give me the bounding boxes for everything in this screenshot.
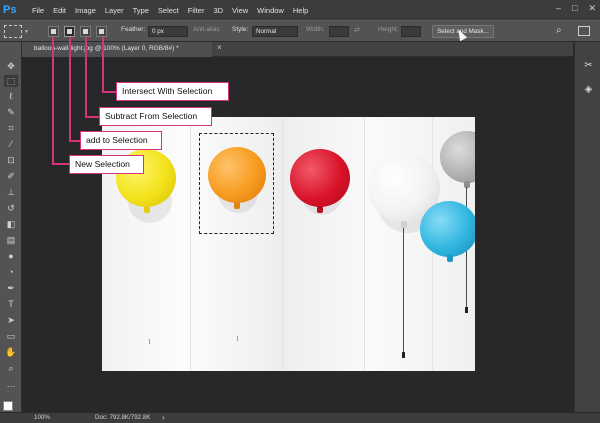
balloon-cord bbox=[403, 228, 404, 354]
lasso-icon[interactable]: ℓ bbox=[4, 90, 18, 102]
tools-panel: ✥ ⬚ ℓ ✎ ⌗ ⁄ ⊡ ✐ ⊥ ↺ ◧ ▤ ● ◔ ✒ T ➤ ▭ ✋ ⌕ … bbox=[0, 42, 22, 416]
zoom-icon[interactable]: ⌕ bbox=[4, 362, 18, 374]
new-selection-button[interactable] bbox=[48, 26, 59, 37]
blur-icon[interactable]: ● bbox=[4, 250, 18, 262]
menu-select[interactable]: Select bbox=[158, 6, 179, 15]
history-brush-icon[interactable]: ↺ bbox=[4, 202, 18, 214]
foreground-color-swatch[interactable] bbox=[3, 401, 13, 411]
photoshop-logo: Ps bbox=[3, 4, 17, 16]
antialias-label[interactable]: Anti-alias bbox=[193, 26, 220, 33]
right-panel-dock: ✂ ◈ bbox=[574, 42, 600, 412]
balloon-knot bbox=[317, 206, 323, 213]
search-icon[interactable]: ⌕ bbox=[556, 25, 562, 36]
close-icon[interactable]: ✕ bbox=[588, 3, 596, 14]
layers-panel-icon[interactable]: ◈ bbox=[583, 84, 594, 95]
status-bar: 100% Doc: 792.8K/792.8K › bbox=[0, 412, 600, 423]
balloon-knot bbox=[144, 206, 150, 213]
menu-help[interactable]: Help bbox=[293, 6, 308, 15]
cord-plug bbox=[402, 352, 405, 358]
cord-plug bbox=[465, 307, 468, 313]
menu-image[interactable]: Image bbox=[75, 6, 96, 15]
intersect-with-selection-button[interactable] bbox=[96, 26, 107, 37]
callout-subtract-from-selection: Subtract From Selection bbox=[99, 107, 212, 126]
menu-view[interactable]: View bbox=[232, 6, 248, 15]
wall-seam bbox=[190, 117, 191, 371]
width-input[interactable] bbox=[329, 26, 349, 37]
menu-filter[interactable]: Filter bbox=[188, 6, 205, 15]
balloon-knot bbox=[464, 181, 470, 188]
maximize-icon[interactable]: □ bbox=[572, 3, 577, 14]
subtract-from-selection-button[interactable] bbox=[80, 26, 91, 37]
marquee-icon[interactable]: ⬚ bbox=[4, 75, 18, 87]
callout-add-to-selection: add to Selection bbox=[80, 131, 162, 150]
minimize-icon[interactable]: – bbox=[556, 3, 561, 14]
balloon-knot bbox=[401, 221, 407, 228]
callout-new-selection: New Selection bbox=[69, 155, 144, 174]
path-select-icon[interactable]: ➤ bbox=[4, 314, 18, 326]
blue-balloon bbox=[420, 201, 475, 257]
status-arrow-icon[interactable]: › bbox=[162, 413, 165, 423]
dodge-icon[interactable]: ◔ bbox=[4, 266, 18, 278]
balloon-string bbox=[149, 339, 150, 344]
hand-icon[interactable]: ✋ bbox=[4, 346, 18, 358]
leader-line bbox=[69, 140, 80, 142]
grey-balloon bbox=[440, 131, 475, 183]
workspace-icon[interactable] bbox=[578, 26, 590, 36]
height-input[interactable] bbox=[401, 26, 421, 37]
document-size: Doc: 792.8K/792.8K bbox=[95, 414, 151, 421]
callout-intersect-with-selection: Intersect With Selection bbox=[116, 82, 229, 101]
zoom-level[interactable]: 100% bbox=[34, 413, 50, 423]
move-icon[interactable]: ✥ bbox=[4, 60, 18, 72]
healing-icon[interactable]: ⊡ bbox=[4, 154, 18, 166]
balloon-knot bbox=[447, 255, 453, 262]
menu-file[interactable]: File bbox=[32, 6, 44, 15]
gradient-icon[interactable]: ▤ bbox=[4, 234, 18, 246]
type-icon[interactable]: T bbox=[4, 298, 18, 310]
close-icon[interactable]: × bbox=[217, 43, 222, 52]
menu-bar: Ps File Edit Image Layer Type Select Fil… bbox=[0, 0, 600, 20]
stamp-icon[interactable]: ⊥ bbox=[4, 186, 18, 198]
tool-preset-picker[interactable] bbox=[4, 25, 22, 38]
red-balloon bbox=[290, 149, 350, 207]
tools-panel-icon[interactable]: ✂ bbox=[583, 60, 594, 71]
leader-line bbox=[85, 116, 99, 118]
feather-label: Feather: bbox=[121, 26, 146, 33]
window-controls: – □ ✕ bbox=[556, 3, 596, 14]
swap-icon[interactable]: ⇄ bbox=[354, 26, 360, 34]
menu-type[interactable]: Type bbox=[133, 6, 149, 15]
options-bar: ▼ Feather: 0 px Anti-alias Style: Normal… bbox=[0, 20, 600, 42]
rectangle-icon[interactable]: ▭ bbox=[4, 330, 18, 342]
document-image[interactable] bbox=[102, 117, 475, 371]
menu-layer[interactable]: Layer bbox=[105, 6, 124, 15]
leader-line bbox=[52, 37, 54, 164]
menu-window[interactable]: Window bbox=[257, 6, 284, 15]
leader-line bbox=[102, 37, 104, 92]
selection-marquee[interactable] bbox=[199, 133, 274, 234]
more-tools-icon[interactable]: … bbox=[4, 378, 18, 390]
style-label: Style: bbox=[232, 26, 249, 33]
wall-seam bbox=[282, 117, 283, 371]
eraser-icon[interactable]: ◧ bbox=[4, 218, 18, 230]
feather-input[interactable]: 0 px bbox=[148, 26, 188, 37]
leader-line bbox=[102, 91, 116, 93]
chevron-down-icon[interactable]: ▼ bbox=[24, 29, 29, 35]
quick-select-icon[interactable]: ✎ bbox=[4, 106, 18, 118]
document-tab[interactable]: balloon-wall-light.jpg @ 100% (Layer 0, … bbox=[22, 42, 212, 57]
leader-line bbox=[52, 163, 69, 165]
height-label: Height: bbox=[378, 26, 399, 33]
eyedropper-icon[interactable]: ⁄ bbox=[4, 138, 18, 150]
wall-seam bbox=[364, 117, 365, 371]
menu-edit[interactable]: Edit bbox=[53, 6, 66, 15]
leader-line bbox=[69, 37, 71, 141]
menu-3d[interactable]: 3D bbox=[213, 6, 223, 15]
pen-icon[interactable]: ✒ bbox=[4, 282, 18, 294]
leader-line bbox=[85, 37, 87, 117]
add-to-selection-button[interactable] bbox=[64, 26, 75, 37]
width-label: Width: bbox=[306, 26, 325, 33]
crop-icon[interactable]: ⌗ bbox=[4, 122, 18, 134]
document-tab-bar: balloon-wall-light.jpg @ 100% (Layer 0, … bbox=[22, 42, 573, 57]
brush-icon[interactable]: ✐ bbox=[4, 170, 18, 182]
balloon-string bbox=[237, 336, 238, 341]
style-select[interactable]: Normal bbox=[252, 26, 298, 37]
